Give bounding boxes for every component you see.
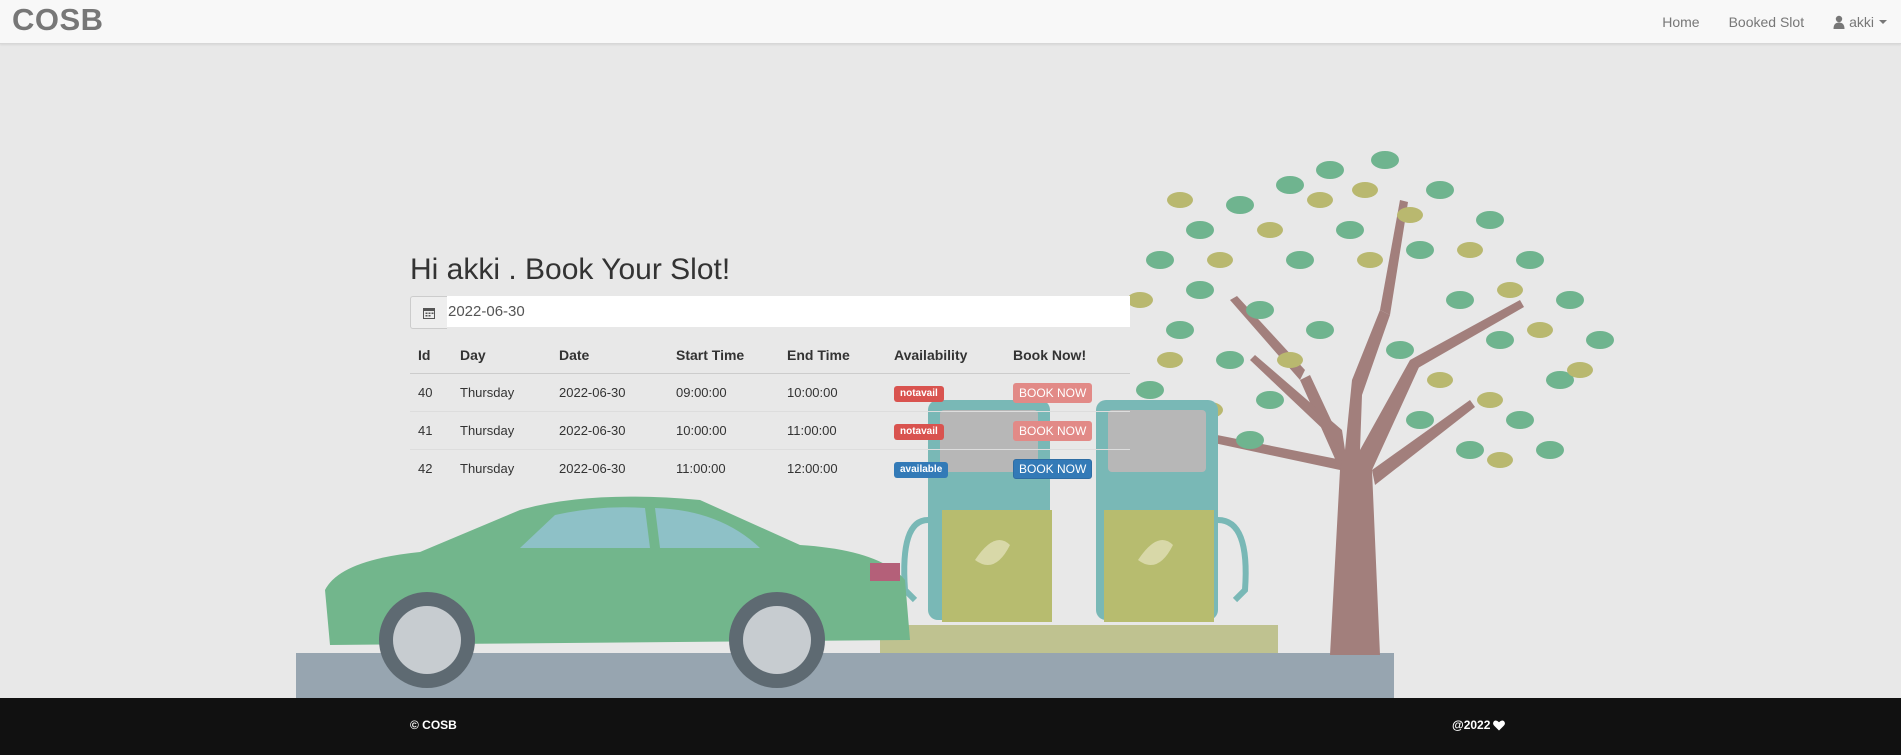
slot-id: 41 (410, 411, 452, 450)
footer-year-text: @2022 (1452, 718, 1491, 732)
nav-links: Home Booked Slot akki (1633, 0, 1887, 43)
table-header-row: Id Day Date Start Time End Time Availabi… (410, 337, 1130, 374)
table-row: 40 Thursday 2022-06-30 09:00:00 10:00:00… (410, 373, 1130, 412)
slot-end-time: 10:00:00 (779, 373, 886, 412)
column-header-availability: Availability (886, 337, 1005, 374)
nav-booked-slot-link[interactable]: Booked Slot (1729, 14, 1805, 30)
slot-start-time: 11:00:00 (668, 449, 779, 487)
page-title: Hi akki . Book Your Slot! (410, 253, 731, 286)
column-header-book-now: Book Now! (1005, 337, 1130, 374)
column-header-end-time: End Time (779, 337, 886, 374)
availability-badge: notavail (894, 423, 944, 440)
slot-day: Thursday (452, 449, 551, 487)
footer: © COSB @2022 (0, 698, 1901, 755)
slot-id: 42 (410, 449, 452, 487)
user-menu-dropdown[interactable]: akki (1833, 14, 1887, 30)
top-navbar: COSB Home Booked Slot akki (0, 0, 1901, 44)
user-name-label: akki (1849, 13, 1874, 30)
user-icon (1833, 15, 1845, 29)
slot-end-time: 11:00:00 (779, 411, 886, 450)
caret-down-icon (1879, 19, 1887, 24)
table-row: 41 Thursday 2022-06-30 10:00:00 11:00:00… (410, 411, 1130, 450)
date-input[interactable] (447, 296, 1130, 327)
book-now-button[interactable]: BOOK NOW (1013, 420, 1093, 441)
slot-date: 2022-06-30 (551, 373, 668, 412)
book-now-button[interactable]: BOOK NOW (1013, 458, 1093, 479)
column-header-date: Date (551, 337, 668, 374)
column-header-day: Day (452, 337, 551, 374)
table-row: 42 Thursday 2022-06-30 11:00:00 12:00:00… (410, 449, 1130, 487)
column-header-start-time: Start Time (668, 337, 779, 374)
slot-date: 2022-06-30 (551, 449, 668, 487)
slot-day: Thursday (452, 411, 551, 450)
slot-id: 40 (410, 373, 452, 412)
slots-table: Id Day Date Start Time End Time Availabi… (410, 337, 1130, 487)
footer-year: @2022 (1452, 718, 1506, 732)
brand-logo[interactable]: COSB (12, 2, 104, 38)
availability-badge: available (894, 461, 949, 478)
book-now-button[interactable]: BOOK NOW (1013, 382, 1093, 403)
date-picker (410, 296, 1130, 329)
column-header-id: Id (410, 337, 452, 374)
slot-end-time: 12:00:00 (779, 449, 886, 487)
slot-start-time: 10:00:00 (668, 411, 779, 450)
slot-day: Thursday (452, 373, 551, 412)
availability-badge: notavail (894, 385, 944, 402)
calendar-icon[interactable] (410, 296, 447, 329)
slot-start-time: 09:00:00 (668, 373, 779, 412)
nav-home-link[interactable]: Home (1662, 14, 1699, 30)
footer-copyright: © COSB (410, 718, 457, 732)
heart-icon (1493, 719, 1506, 730)
slot-date: 2022-06-30 (551, 411, 668, 450)
booking-panel: Hi akki . Book Your Slot! Id Day Date St… (410, 250, 1130, 487)
